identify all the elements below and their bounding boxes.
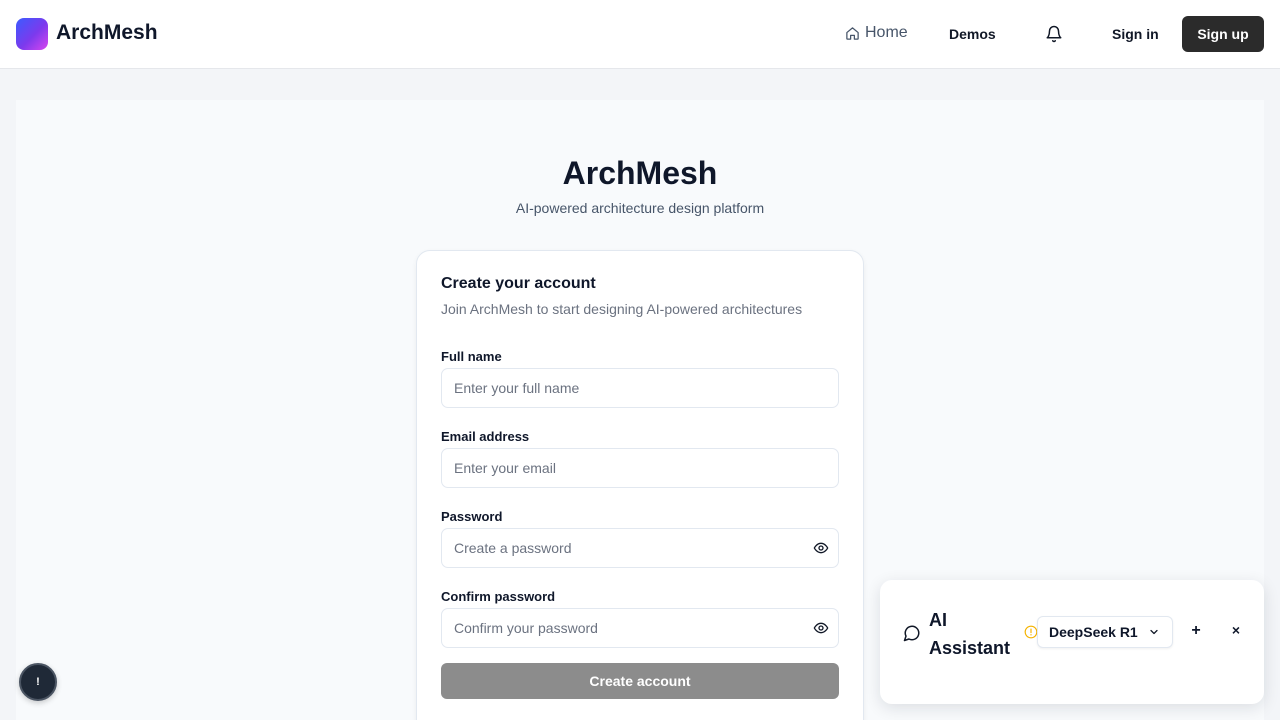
password-input[interactable] (441, 528, 839, 568)
create-account-button[interactable]: Create account (441, 663, 839, 699)
nav-home-label: Home (865, 24, 908, 41)
hero-subtitle: AI-powered architecture design platform (515, 200, 765, 216)
card-subtitle: Join ArchMesh to start designing AI-powe… (441, 301, 803, 317)
chat-icon (903, 625, 920, 642)
chevron-down-icon (1150, 629, 1158, 635)
password-label: Password (441, 509, 503, 524)
bell-icon[interactable] (1045, 25, 1063, 43)
model-select-value: DeepSeek R1 (1049, 624, 1138, 640)
card-title: Create your account (441, 275, 596, 292)
ai-assistant-panel: AI Assistant DeepSeek R1 + × (880, 580, 1264, 704)
ai-assistant-title: AI Assistant (929, 610, 1011, 658)
sign-up-button[interactable]: Sign up (1182, 16, 1264, 52)
help-fab-button[interactable]: ! (19, 663, 57, 701)
show-confirm-password-eye-icon[interactable] (813, 620, 829, 636)
show-password-eye-icon[interactable] (813, 540, 829, 556)
nav-demos-link[interactable]: Demos (949, 26, 996, 42)
warning-icon (1024, 625, 1038, 639)
email-input[interactable] (441, 448, 839, 488)
nav-home-link[interactable]: Home (845, 24, 908, 42)
confirm-password-input[interactable] (441, 608, 839, 648)
home-icon (846, 26, 859, 40)
brand-name[interactable]: ArchMesh (56, 21, 158, 45)
confirm-password-label: Confirm password (441, 589, 556, 604)
model-select[interactable]: DeepSeek R1 (1037, 616, 1173, 648)
sign-in-link[interactable]: Sign in (1112, 26, 1159, 42)
hero-title: ArchMesh (562, 155, 718, 191)
email-label: Email address (441, 429, 530, 444)
top-header: ArchMesh Home Demos Sign in Sign up (0, 0, 1280, 69)
full-name-label: Full name (441, 349, 502, 364)
close-assistant-button[interactable]: × (1228, 622, 1244, 642)
signup-card: Create your account Join ArchMesh to sta… (416, 250, 864, 720)
brand-logo-icon[interactable] (16, 18, 48, 50)
new-chat-button[interactable]: + (1188, 622, 1204, 642)
full-name-input[interactable] (441, 368, 839, 408)
